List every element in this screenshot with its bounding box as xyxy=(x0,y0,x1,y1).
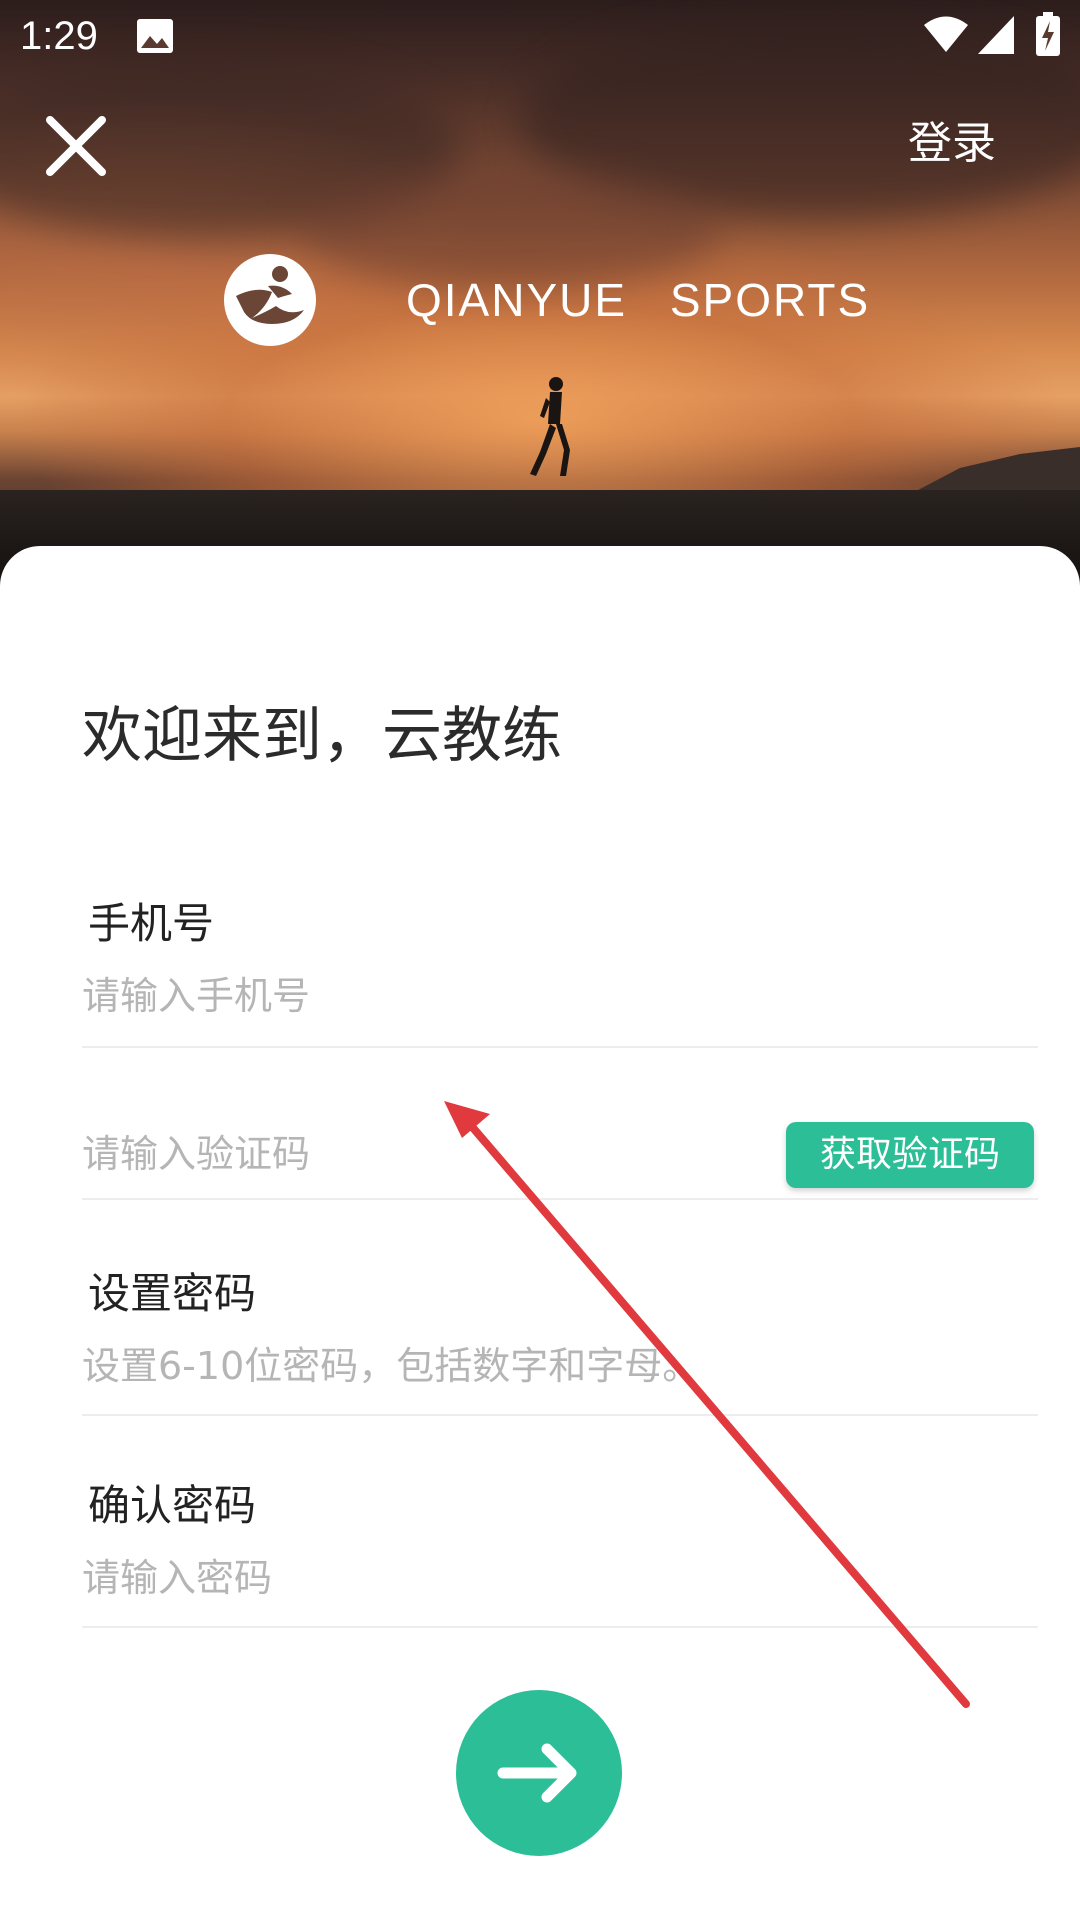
wifi-icon xyxy=(924,16,968,52)
phone-field: 手机号 xyxy=(82,896,1038,1048)
register-card: 欢迎来到，云教练 手机号 获取验证码 设置密码 确认密码 xyxy=(0,546,1080,1920)
signal-icon xyxy=(978,16,1014,54)
get-code-button[interactable]: 获取验证码 xyxy=(786,1122,1034,1188)
runner-silhouette xyxy=(530,377,570,476)
runner-logo-icon xyxy=(224,254,316,346)
login-link[interactable]: 登录 xyxy=(908,112,996,176)
submit-button[interactable] xyxy=(456,1690,622,1856)
phone-label: 手机号 xyxy=(88,899,215,948)
welcome-title: 欢迎来到，云教练 xyxy=(82,701,562,771)
image-icon xyxy=(137,19,173,53)
confirm-password-input[interactable] xyxy=(82,1550,982,1606)
confirm-password-field: 确认密码 xyxy=(82,1478,1038,1628)
brand: QIANYUE SPORTS xyxy=(222,250,870,350)
close-icon[interactable] xyxy=(40,110,112,182)
password-label: 设置密码 xyxy=(88,1269,257,1318)
arrow-right-icon xyxy=(497,1743,577,1803)
status-bar: 1:29 xyxy=(0,0,1080,72)
password-field: 设置密码 xyxy=(82,1266,1038,1416)
battery-charging-icon xyxy=(1036,12,1060,56)
password-input[interactable] xyxy=(82,1338,982,1394)
status-time: 1:29 xyxy=(20,14,98,58)
brand-name: QIANYUE SPORTS xyxy=(406,274,871,326)
confirm-password-label: 确认密码 xyxy=(88,1481,257,1530)
verification-code-field: 获取验证码 xyxy=(82,1122,1038,1200)
verification-code-input[interactable] xyxy=(82,1126,722,1182)
phone-input[interactable] xyxy=(82,968,982,1024)
